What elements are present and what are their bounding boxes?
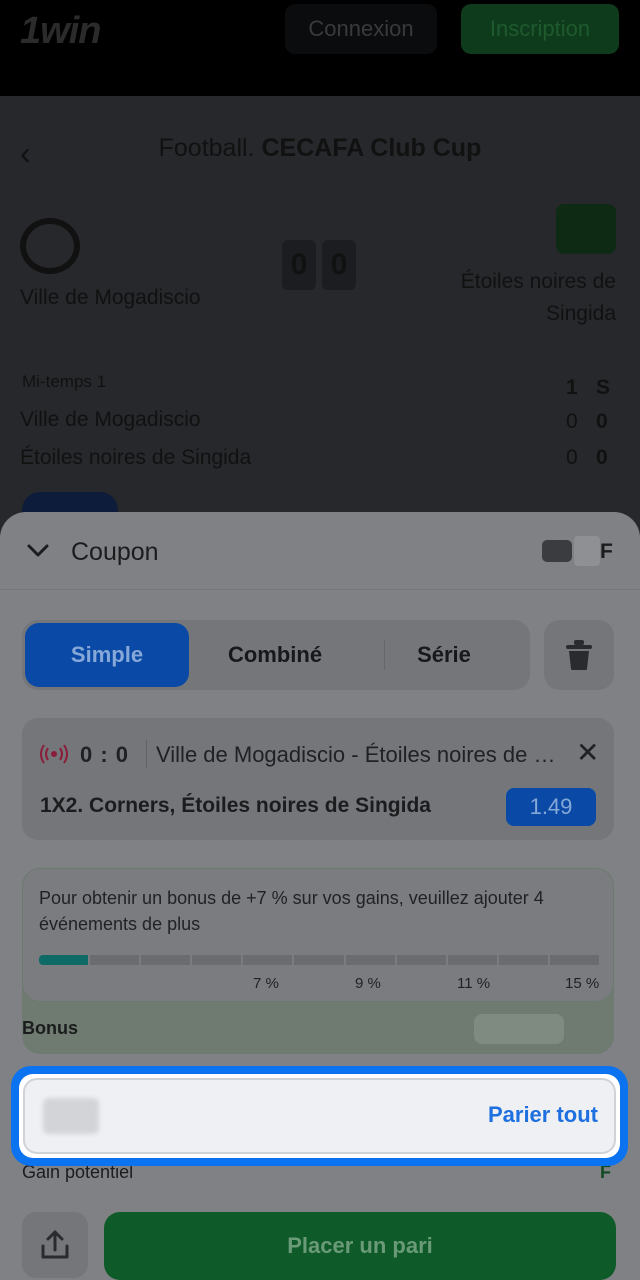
home-row-name: Ville de Mogadiscio	[20, 408, 201, 431]
bet-type-tabs: Simple Combiné Série	[22, 620, 530, 690]
place-bet-button[interactable]: Placer un pari	[104, 1212, 616, 1280]
bet-all-button[interactable]: Parier tout	[488, 1102, 598, 1128]
match-title: Football. CECAFA Club Cup	[0, 134, 640, 163]
progress-segment	[396, 955, 446, 965]
brand-logo[interactable]: 1win	[20, 10, 101, 53]
period-label: Mi-temps 1	[22, 372, 107, 391]
balance-hidden	[574, 536, 600, 566]
progress-segment	[498, 955, 548, 965]
bet-market: 1X2. Corners, Étoiles noires de Singida	[40, 794, 431, 817]
bonus-marker-15: 15 %	[565, 975, 600, 992]
share-button[interactable]	[22, 1212, 88, 1278]
progress-segment	[294, 955, 344, 965]
away-team-name-line1: Étoiles noires de	[460, 270, 616, 293]
progress-segment	[192, 955, 242, 965]
bonus-marker-7: 7 %	[253, 975, 279, 992]
progress-segment	[141, 955, 191, 965]
progress-segment	[549, 955, 599, 965]
signup-button[interactable]: Inscription	[461, 4, 619, 54]
away-row-c2: 0	[596, 446, 608, 469]
progress-segment	[345, 955, 395, 965]
bet-live-score: 0 : 0	[80, 742, 130, 767]
competition-label: CECAFA Club Cup	[261, 134, 482, 162]
away-row-c1: 0	[566, 446, 578, 469]
coupon-header[interactable]: Coupon F	[0, 512, 640, 590]
bonus-marker-9: 9 %	[355, 975, 381, 992]
bonus-label: Bonus	[22, 1018, 78, 1038]
bet-match-name: Ville de Mogadiscio - Étoiles noires de …	[156, 742, 566, 767]
col-1-header: 1	[566, 376, 578, 399]
tab-serie[interactable]: Série	[362, 623, 526, 687]
sport-label: Football.	[158, 134, 255, 162]
coupon-title: Coupon	[71, 538, 159, 566]
home-row-c2: 0	[596, 410, 608, 433]
bonus-value-hidden	[474, 1014, 564, 1044]
bonus-marker-11: 11 %	[457, 975, 491, 992]
wallet-icon	[542, 540, 572, 562]
tab-simple[interactable]: Simple	[25, 623, 189, 687]
progress-segment	[90, 955, 140, 965]
tab-combine[interactable]: Combiné	[192, 623, 358, 687]
home-team-logo	[20, 218, 80, 274]
away-row-name: Étoiles noires de Singida	[20, 446, 252, 469]
chevron-down-icon[interactable]	[26, 538, 50, 562]
stake-input[interactable]: Parier tout	[23, 1078, 616, 1154]
away-score: 0	[322, 240, 356, 290]
progress-segment	[243, 955, 293, 965]
stake-highlight-frame: Parier tout	[11, 1066, 628, 1166]
bonus-message: Pour obtenir un bonus de +7 % sur vos ga…	[39, 888, 544, 934]
bonus-card: Pour obtenir un bonus de +7 % sur vos ga…	[22, 868, 614, 1002]
home-row-c1: 0	[566, 410, 578, 433]
trash-icon	[566, 640, 592, 670]
top-bar: 1win Connexion Inscription	[0, 0, 640, 96]
share-icon	[41, 1230, 69, 1259]
currency-label: F	[600, 540, 613, 563]
home-team-name: Ville de Mogadiscio	[20, 286, 201, 309]
clear-coupon-button[interactable]	[544, 620, 614, 690]
home-score: 0	[282, 240, 316, 290]
live-icon	[40, 744, 68, 764]
login-button[interactable]: Connexion	[285, 4, 437, 54]
bet-card: 0 : 0 Ville de Mogadiscio - Étoiles noir…	[22, 718, 614, 840]
progress-segment	[447, 955, 497, 965]
bonus-progress-bar	[39, 955, 599, 965]
remove-bet-close-icon[interactable]: ✕	[576, 736, 599, 769]
stake-amount-hidden	[43, 1098, 99, 1134]
stake-inner: Parier tout	[19, 1074, 620, 1158]
bet-odds: 1.49	[506, 788, 596, 826]
away-team-name-line2: Singida	[545, 302, 616, 325]
progress-segment-filled	[39, 955, 89, 965]
col-2-header: S	[596, 376, 611, 399]
bet-divider	[146, 740, 147, 768]
away-team-logo	[556, 204, 616, 254]
